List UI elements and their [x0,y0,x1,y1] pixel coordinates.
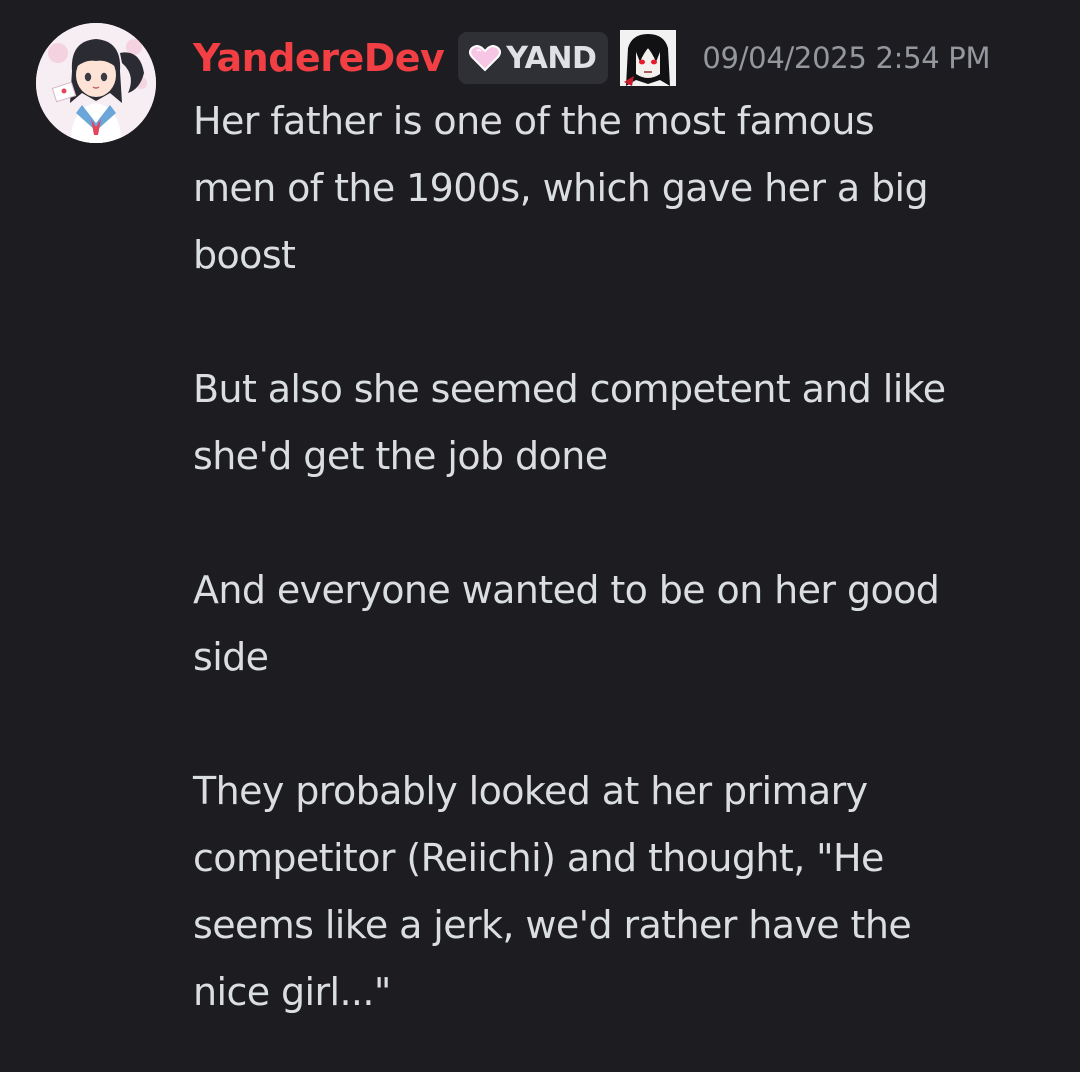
message-timestamp: 09/04/2025 2:54 PM [702,41,991,75]
text-line: But also she seemed competent and like [193,367,946,411]
text-line: boost [193,233,296,277]
text-line: seems like a jerk, we'd rather have the [193,903,912,947]
chat-message: YandereDev YAND 09/04/2025 2:54 PM Her f… [0,0,1080,1072]
text-line: men of the 1900s, which gave her a big [193,166,929,210]
anime-character-role-icon[interactable] [620,30,677,86]
text-line: competitor (Reiichi) and thought, "He [193,836,884,880]
avatar-image [36,23,156,143]
server-tag-label: YAND [506,40,597,76]
text-line: side [193,635,269,679]
text-line: she'd get the job done [193,434,608,478]
message-paragraph: But also she seemed competent and like s… [193,356,1053,490]
author-username[interactable]: YandereDev [193,28,445,88]
message-paragraph: And everyone wanted to be on her good si… [193,557,1053,691]
text-line: nice girl..." [193,970,391,1014]
text-line: And everyone wanted to be on her good [193,568,940,612]
message-paragraph: Her father is one of the most famous men… [193,88,1053,289]
text-line: They probably looked at her primary [193,769,868,813]
server-tag[interactable]: YAND [458,32,609,84]
user-avatar[interactable] [36,23,156,143]
message-content: Her father is one of the most famous men… [193,88,1053,1026]
message-paragraph: They probably looked at her primary comp… [193,758,1053,1026]
message-header: YandereDev YAND 09/04/2025 2:54 PM [193,28,991,88]
pink-heart-icon [469,45,502,72]
text-line: Her father is one of the most famous [193,99,875,143]
